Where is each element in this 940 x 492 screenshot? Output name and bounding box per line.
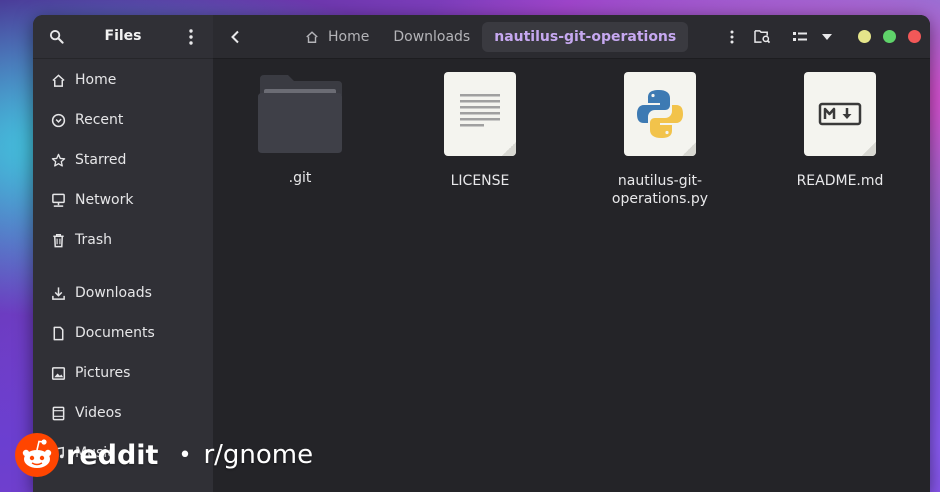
search-icon — [49, 29, 64, 44]
crumb-downloads[interactable]: Downloads — [381, 22, 482, 52]
back-button[interactable] — [223, 15, 247, 58]
chevron-down-icon — [822, 33, 832, 40]
folder-menu-button[interactable] — [723, 15, 741, 58]
home-icon — [50, 72, 66, 88]
sidebar-item-label: Trash — [75, 232, 112, 248]
files-window: Files Home Recent Starred Network Trash … — [33, 15, 930, 492]
sidebar-item-downloads[interactable]: Downloads — [33, 273, 213, 313]
close-button[interactable] — [908, 30, 921, 43]
star-icon — [50, 152, 66, 168]
search-button[interactable] — [41, 15, 71, 58]
kebab-menu-icon — [730, 30, 734, 43]
sidebar-item-label: Pictures — [75, 365, 131, 381]
file-grid: .git LICENSE nautilus-git- operations.py… — [213, 59, 930, 492]
crumb-label: Downloads — [393, 29, 471, 45]
chevron-left-icon — [231, 30, 239, 43]
file-name: .git — [288, 170, 312, 186]
file-name: nautilus-git- operations.py — [611, 173, 709, 207]
main-pane: Home Downloads nautilus-git-operations .… — [213, 15, 930, 492]
sidebar-item-label: Recent — [75, 112, 124, 128]
markdown-file-icon — [804, 72, 876, 156]
watermark-separator: • — [178, 442, 192, 468]
sidebar-header: Files — [33, 15, 213, 59]
sidebar: Files Home Recent Starred Network Trash … — [33, 15, 213, 492]
trash-icon — [50, 232, 66, 248]
download-icon — [50, 285, 66, 301]
header-bar: Home Downloads nautilus-git-operations — [213, 15, 930, 59]
sidebar-item-label: Downloads — [75, 285, 152, 301]
text-file-icon — [444, 72, 516, 156]
view-toggle-button[interactable] — [789, 15, 811, 58]
sidebar-item-pictures[interactable]: Pictures — [33, 353, 213, 393]
sidebar-item-starred[interactable]: Starred — [33, 140, 213, 180]
python-file-icon — [624, 72, 696, 156]
search-folder-button[interactable] — [751, 15, 773, 58]
sidebar-item-network[interactable]: Network — [33, 180, 213, 220]
minimize-button[interactable] — [858, 30, 871, 43]
video-icon — [50, 405, 66, 421]
sidebar-item-label: Starred — [75, 152, 127, 168]
home-icon — [306, 31, 318, 43]
file-name: README.md — [796, 173, 884, 189]
sidebar-item-videos[interactable]: Videos — [33, 393, 213, 433]
crumb-home[interactable]: Home — [293, 22, 381, 52]
file-item[interactable]: LICENSE — [420, 72, 540, 190]
sidebar-item-label: Documents — [75, 325, 155, 341]
folder-icon — [258, 75, 342, 153]
document-icon — [50, 325, 66, 341]
file-item[interactable]: nautilus-git- operations.py — [600, 72, 720, 208]
sidebar-item-recent[interactable]: Recent — [33, 100, 213, 140]
file-item[interactable]: README.md — [780, 72, 900, 190]
kebab-menu-icon — [189, 28, 193, 45]
sidebar-item-label: Videos — [75, 405, 122, 421]
image-icon — [50, 365, 66, 381]
file-item[interactable]: .git — [240, 75, 360, 187]
sidebar-item-label: Home — [75, 72, 117, 88]
sidebar-list: Home Recent Starred Network Trash Downlo… — [33, 60, 213, 473]
clock-icon — [50, 112, 66, 128]
list-view-icon — [793, 31, 807, 41]
file-name: LICENSE — [450, 173, 510, 189]
sidebar-item-label: Network — [75, 192, 134, 208]
reddit-logo-icon — [15, 433, 59, 477]
folder-search-icon — [753, 30, 770, 44]
main-menu-button[interactable] — [179, 15, 203, 58]
sidebar-item-trash[interactable]: Trash — [33, 220, 213, 260]
reddit-watermark: reddit • r/gnome — [14, 432, 313, 478]
network-icon — [50, 192, 66, 208]
view-options-button[interactable] — [817, 15, 837, 58]
crumb-current[interactable]: nautilus-git-operations — [482, 22, 689, 52]
breadcrumb: Home Downloads nautilus-git-operations — [293, 22, 689, 52]
subreddit-name: r/gnome — [203, 440, 314, 470]
reddit-brand: reddit — [66, 439, 159, 471]
maximize-button[interactable] — [883, 30, 896, 43]
sidebar-item-home[interactable]: Home — [33, 60, 213, 100]
crumb-label: nautilus-git-operations — [494, 29, 677, 45]
sidebar-separator — [33, 260, 213, 273]
sidebar-item-documents[interactable]: Documents — [33, 313, 213, 353]
crumb-label: Home — [328, 29, 370, 45]
